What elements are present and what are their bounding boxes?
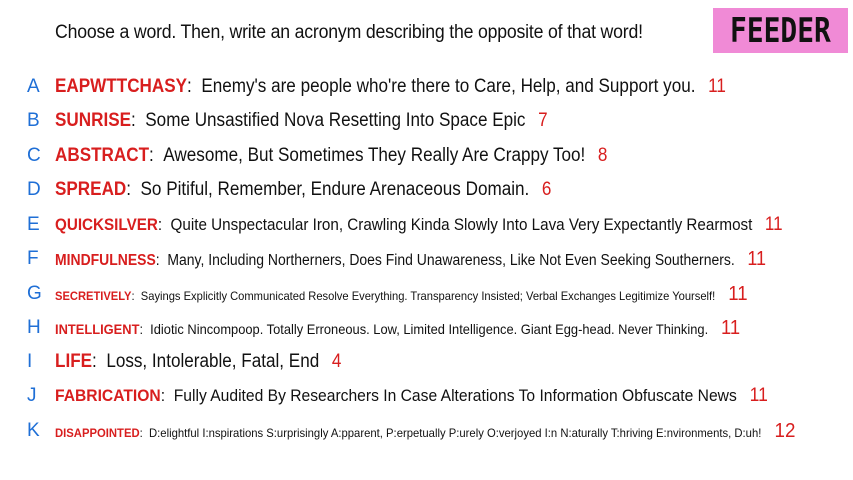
entry-definition: Sayings Explicitly Communicated Resolve …	[140, 289, 716, 303]
entry-definition: Idiotic Nincompoop. Totally Erroneous. L…	[150, 321, 709, 337]
entry-letter: J	[27, 385, 37, 406]
entry-letter: I	[27, 351, 33, 372]
entry-definition: Some Unsastified Nova Resetting Into Spa…	[145, 110, 526, 131]
entry-word: QUICKSILVER	[55, 215, 158, 234]
entry-letter: A	[27, 76, 40, 97]
entry-word: MINDFULNESS	[55, 252, 156, 269]
entry-word: ABSTRACT	[55, 145, 150, 166]
entry-word: SUNRISE	[55, 110, 132, 131]
entry-letter: F	[27, 248, 39, 269]
entry-letter-count: 7	[538, 110, 548, 131]
entry-word: EAPWTTCHASY	[55, 76, 188, 97]
entry-letter-count: 4	[331, 351, 342, 372]
entry-letter: B	[27, 110, 40, 131]
entry-letter: D	[27, 179, 41, 200]
entry-letter: K	[27, 420, 40, 441]
instruction-text: Choose a word. Then, write an acronym de…	[55, 22, 643, 43]
entry-letter-count: 11	[747, 248, 767, 270]
entry-letter: G	[27, 283, 42, 304]
entry-definition: D:elightful I:nspirations S:urprisingly …	[149, 426, 762, 440]
entry-word: DISAPPOINTED	[55, 426, 140, 440]
brand-text: FEEDER	[730, 10, 831, 51]
entry-definition: Many, Including Northerners, Does Find U…	[167, 252, 735, 269]
entry-definition: Quite Unspectacular Iron, Crawling Kinda…	[170, 215, 753, 234]
entry-letter-count: 11	[708, 76, 726, 97]
entry-letter-count: 11	[764, 214, 783, 235]
entry-letter: H	[27, 317, 41, 338]
entry-word: FABRICATION	[55, 386, 161, 405]
entry-letter-count: 11	[721, 317, 741, 339]
entry-definition: So Pitiful, Remember, Endure Arenaceous …	[140, 179, 530, 200]
entry-definition: Enemy's are people who're there to Care,…	[201, 76, 696, 97]
entry-letter-count: 12	[774, 420, 796, 442]
entry-definition: Loss, Intolerable, Fatal, End	[106, 351, 320, 372]
entry-letter-count: 11	[728, 283, 748, 305]
entry-letter-count: 6	[541, 179, 552, 200]
entry-word: SECRETIVELY	[55, 289, 132, 303]
entry-definition: Fully Audited By Researchers In Case Alt…	[173, 386, 737, 405]
entry-letter-count: 8	[597, 145, 608, 166]
entry-letter: C	[27, 145, 41, 166]
entry-word: SPREAD	[55, 179, 127, 200]
entry-letter: E	[27, 214, 40, 235]
entry-word: INTELLIGENT	[55, 321, 140, 337]
entry-letter-count: 11	[749, 385, 768, 406]
entry-definition: Awesome, But Sometimes They Really Are C…	[163, 145, 586, 166]
entry-word: LIFE	[55, 351, 93, 372]
brand-logo: FEEDER	[713, 8, 848, 53]
